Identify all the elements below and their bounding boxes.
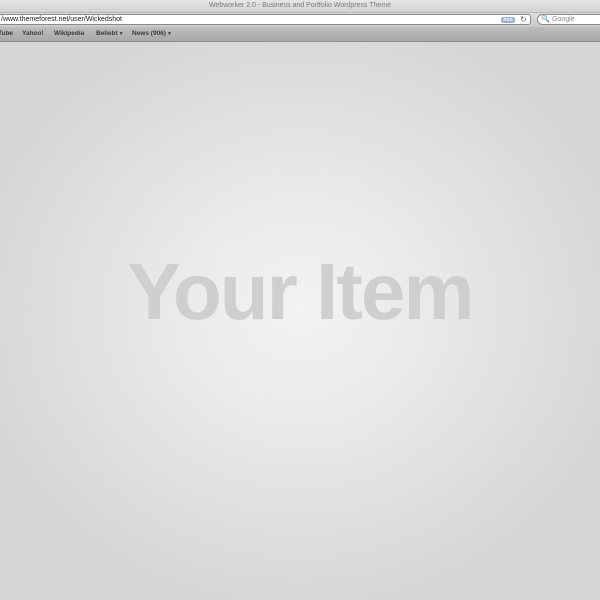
chevron-down-icon: ▼ [166,31,172,37]
bookmark-news-label: News (906) [132,30,166,37]
bookmark-wikipedia[interactable]: Wikipedia [54,27,84,41]
page-content: Your Item [0,42,600,600]
bookmark-yahoo[interactable]: Yahoo! [22,27,44,41]
title-bar: Webworker 2.0 - Business and Portfolio W… [0,0,600,13]
reload-icon[interactable]: ↻ [519,15,528,25]
bookmarks-bar: Tube Yahoo! Wikipedia Beliebt▼ News (906… [0,27,600,42]
rss-icon[interactable]: RSS [501,17,515,23]
window-title: Webworker 2.0 - Business and Portfolio W… [208,2,392,9]
bookmark-news-menu[interactable]: News (906)▼ [132,27,172,41]
bookmark-tube[interactable]: Tube [0,27,13,41]
bookmark-beliebt-label: Beliebt [96,30,118,37]
search-field[interactable]: 🔍 Google [537,14,600,25]
hero-placeholder-text: Your Item [127,247,474,336]
address-toolbar: /www.themeforest.net/user/Wickedshot RSS… [0,13,600,27]
url-text[interactable]: /www.themeforest.net/user/Wickedshot [1,15,122,25]
address-bar[interactable]: /www.themeforest.net/user/Wickedshot RSS… [0,14,531,25]
search-placeholder: Google [552,16,575,23]
search-icon[interactable]: 🔍 [541,15,551,25]
bookmark-beliebt-menu[interactable]: Beliebt▼ [96,27,124,41]
chevron-down-icon: ▼ [118,31,124,37]
